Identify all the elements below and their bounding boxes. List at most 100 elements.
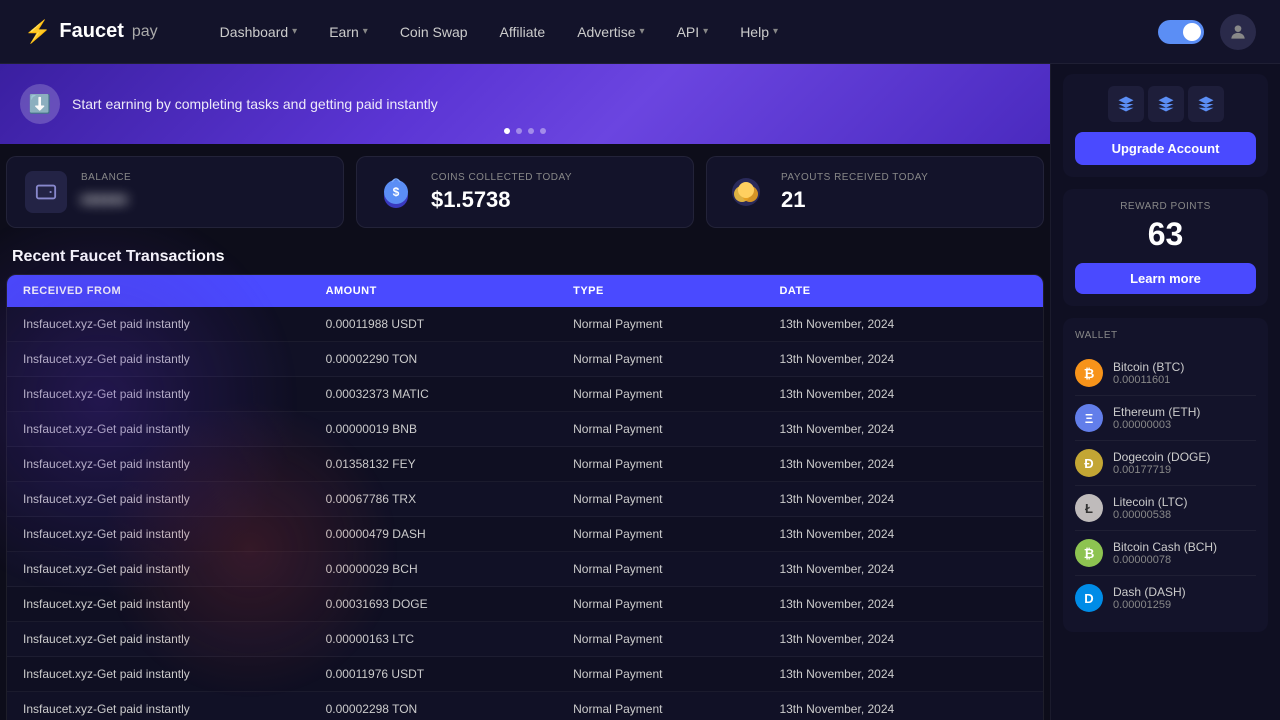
wallet-balance: 0.00001259 (1113, 599, 1186, 611)
nav-links: Dashboard ▾ Earn ▾ Coin Swap Affiliate A… (206, 16, 1126, 48)
banner-dots (504, 128, 546, 134)
banner-dot[interactable] (504, 128, 510, 134)
coins-value: $1.5738 (431, 187, 572, 213)
col-header-type: TYPE (573, 285, 779, 297)
nav-item-advertise[interactable]: Advertise ▾ (563, 16, 658, 48)
table-row: Insfaucet.xyz-Get paid instantly 0.00031… (7, 587, 1043, 622)
wallet-info: Bitcoin (BTC) 0.00011601 (1113, 360, 1184, 386)
nav-item-dashboard[interactable]: Dashboard ▾ (206, 16, 312, 48)
crypto-icon: Ð (1075, 449, 1103, 477)
wallet-item[interactable]: ₿ Bitcoin (BTC) 0.00011601 (1075, 351, 1256, 396)
coins-label: COINS COLLECTED TODAY (431, 172, 572, 183)
table-header: RECEIVED FROM AMOUNT TYPE DATE (7, 275, 1043, 307)
cell-amount: 0.00000029 BCH (326, 562, 574, 576)
wallet-item[interactable]: Ł Litecoin (LTC) 0.00000538 (1075, 486, 1256, 531)
cell-type: Normal Payment (573, 422, 779, 436)
col-header-amount: AMOUNT (326, 285, 574, 297)
wallet-title: WALLET (1075, 330, 1256, 341)
banner-dot[interactable] (516, 128, 522, 134)
table-body: Insfaucet.xyz-Get paid instantly 0.00011… (7, 307, 1043, 720)
crypto-icon: D (1075, 584, 1103, 612)
cell-from: Insfaucet.xyz-Get paid instantly (23, 667, 326, 681)
col-header-date: DATE (779, 285, 1027, 297)
wallet-info: Ethereum (ETH) 0.00000003 (1113, 405, 1200, 431)
coins-content: COINS COLLECTED TODAY $1.5738 (431, 172, 572, 213)
cell-type: Normal Payment (573, 317, 779, 331)
cell-amount: 0.00011988 USDT (326, 317, 574, 331)
cell-type: Normal Payment (573, 492, 779, 506)
cell-date: 13th November, 2024 (779, 492, 1027, 506)
nav-item-api[interactable]: API ▾ (663, 16, 723, 48)
cell-type: Normal Payment (573, 457, 779, 471)
nav-item-help[interactable]: Help ▾ (726, 16, 792, 48)
navbar: ⚡ Faucet pay Dashboard ▾ Earn ▾ Coin Swap… (0, 0, 1280, 64)
cell-from: Insfaucet.xyz-Get paid instantly (23, 597, 326, 611)
upgrade-card: Upgrade Account (1063, 74, 1268, 177)
wallet-balance: 0.00011601 (1113, 374, 1184, 386)
cell-date: 13th November, 2024 (779, 352, 1027, 366)
cell-amount: 0.00032373 MATIC (326, 387, 574, 401)
logo-text: Faucet (59, 20, 123, 43)
nav-item-affiliate[interactable]: Affiliate (486, 16, 560, 48)
cell-amount: 0.00031693 DOGE (326, 597, 574, 611)
table-row: Insfaucet.xyz-Get paid instantly 0.00032… (7, 377, 1043, 412)
cell-amount: 0.00002290 TON (326, 352, 574, 366)
cell-date: 13th November, 2024 (779, 667, 1027, 681)
banner-dot[interactable] (528, 128, 534, 134)
upgrade-button[interactable]: Upgrade Account (1075, 132, 1256, 165)
table-row: Insfaucet.xyz-Get paid instantly 0.00000… (7, 552, 1043, 587)
cell-type: Normal Payment (573, 702, 779, 716)
wallet-info: Litecoin (LTC) 0.00000538 (1113, 495, 1187, 521)
nav-item-coinswap[interactable]: Coin Swap (386, 16, 482, 48)
banner-dot[interactable] (540, 128, 546, 134)
cell-from: Insfaucet.xyz-Get paid instantly (23, 457, 326, 471)
payouts-label: PAYOUTS RECEIVED TODAY (781, 172, 928, 183)
cell-date: 13th November, 2024 (779, 562, 1027, 576)
table-row: Insfaucet.xyz-Get paid instantly 0.00000… (7, 412, 1043, 447)
cell-from: Insfaucet.xyz-Get paid instantly (23, 702, 326, 716)
cell-type: Normal Payment (573, 667, 779, 681)
wallet-info: Dogecoin (DOGE) 0.00177719 (1113, 450, 1210, 476)
nav-item-earn[interactable]: Earn ▾ (315, 16, 382, 48)
crypto-icon: ₿ (1075, 539, 1103, 567)
crypto-icon: ₿ (1075, 359, 1103, 387)
payouts-card: PAYOUTS RECEIVED TODAY 21 (706, 156, 1044, 228)
logo-icon: ⚡ (24, 19, 51, 45)
wallet-balance: 0.00000078 (1113, 554, 1217, 566)
theme-toggle[interactable] (1158, 20, 1204, 44)
cell-type: Normal Payment (573, 527, 779, 541)
content-area: ⬇️ Start earning by completing tasks and… (0, 64, 1050, 720)
learn-more-button[interactable]: Learn more (1075, 263, 1256, 294)
cell-from: Insfaucet.xyz-Get paid instantly (23, 422, 326, 436)
coins-icon: $ (375, 171, 417, 213)
wallet-name: Dash (DASH) (1113, 585, 1186, 599)
wallet-section: WALLET ₿ Bitcoin (BTC) 0.00011601 Ξ Ethe… (1063, 318, 1268, 632)
logo-pay: pay (132, 23, 158, 41)
chevron-down-icon: ▾ (640, 26, 645, 37)
cell-from: Insfaucet.xyz-Get paid instantly (23, 387, 326, 401)
table-row: Insfaucet.xyz-Get paid instantly 0.00002… (7, 692, 1043, 720)
cell-amount: 0.00000163 LTC (326, 632, 574, 646)
wallet-item[interactable]: D Dash (DASH) 0.00001259 (1075, 576, 1256, 620)
cell-date: 13th November, 2024 (779, 457, 1027, 471)
table-row: Insfaucet.xyz-Get paid instantly 0.00000… (7, 517, 1043, 552)
wallet-items: ₿ Bitcoin (BTC) 0.00011601 Ξ Ethereum (E… (1075, 351, 1256, 620)
reward-label: REWARD POINTS (1075, 201, 1256, 212)
wallet-info: Dash (DASH) 0.00001259 (1113, 585, 1186, 611)
wallet-item[interactable]: Ξ Ethereum (ETH) 0.00000003 (1075, 396, 1256, 441)
wallet-item[interactable]: ₿ Bitcoin Cash (BCH) 0.00000078 (1075, 531, 1256, 576)
cell-from: Insfaucet.xyz-Get paid instantly (23, 492, 326, 506)
upgrade-icons (1075, 86, 1256, 122)
table-row: Insfaucet.xyz-Get paid instantly 0.00011… (7, 307, 1043, 342)
cell-from: Insfaucet.xyz-Get paid instantly (23, 352, 326, 366)
logo[interactable]: ⚡ Faucet pay (24, 19, 158, 45)
cell-amount: 0.00067786 TRX (326, 492, 574, 506)
wallet-info: Bitcoin Cash (BCH) 0.00000078 (1113, 540, 1217, 566)
wallet-name: Bitcoin Cash (BCH) (1113, 540, 1217, 554)
cell-from: Insfaucet.xyz-Get paid instantly (23, 632, 326, 646)
banner-text: Start earning by completing tasks and ge… (72, 96, 438, 112)
cell-type: Normal Payment (573, 352, 779, 366)
avatar[interactable] (1220, 14, 1256, 50)
wallet-item[interactable]: Ð Dogecoin (DOGE) 0.00177719 (1075, 441, 1256, 486)
cell-amount: 0.00011976 USDT (326, 667, 574, 681)
